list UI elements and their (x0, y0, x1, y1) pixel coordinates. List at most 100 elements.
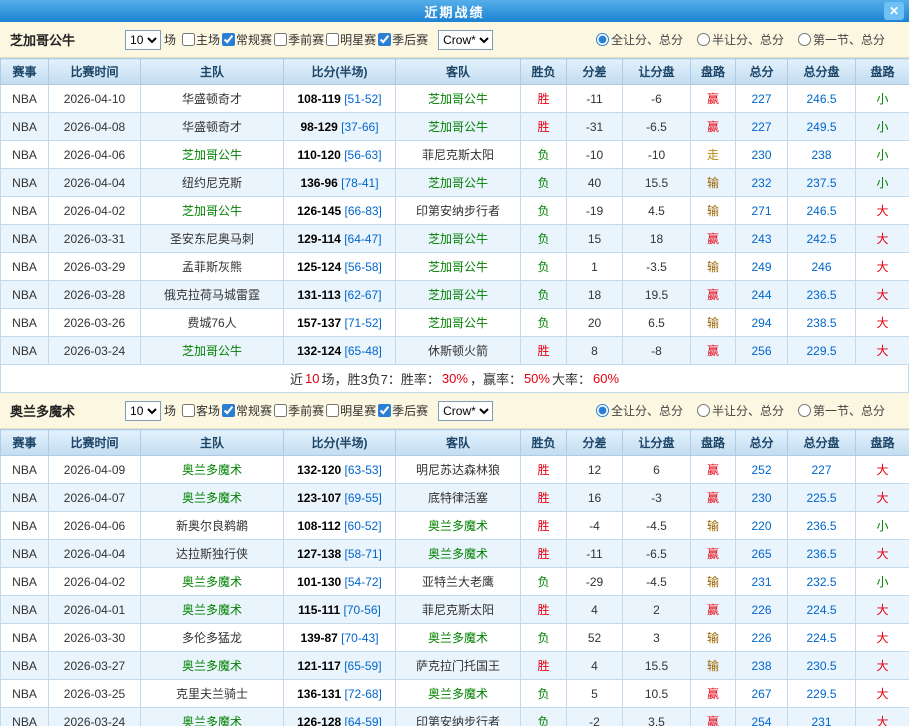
team-name: 芝加哥公牛 (10, 30, 75, 49)
point-diff-cell: -31 (567, 113, 623, 141)
line-type-radio-1[interactable]: 半让分、总分 (697, 31, 784, 48)
preseason-checkbox[interactable] (274, 404, 287, 417)
preseason-checkbox[interactable] (274, 33, 287, 46)
away-team-cell: 菲尼克斯太阳 (396, 596, 521, 624)
line-type-radio-input[interactable] (798, 33, 811, 46)
handicap-result-cell: 输 (691, 624, 736, 652)
bookmaker-select[interactable]: Crow* (438, 30, 493, 50)
playoffs-checkbox[interactable] (378, 33, 391, 46)
date-cell: 2026-04-10 (49, 85, 141, 113)
score-cell: 157-137 [71-52] (284, 309, 396, 337)
filter-label: 季后赛 (392, 402, 428, 419)
home-team-cell: 达拉斯独行侠 (141, 540, 284, 568)
filter-label: 明星赛 (340, 31, 376, 48)
allstar-checkbox[interactable] (326, 33, 339, 46)
handicap-line-cell: -3 (623, 484, 691, 512)
line-type-radio-input[interactable] (596, 33, 609, 46)
handicap-result-cell: 赢 (691, 85, 736, 113)
games-count-label: 场 (164, 402, 176, 419)
result-cell: 胜 (521, 652, 567, 680)
total-points-cell: 227 (736, 113, 788, 141)
line-type-radios: 全让分、总分 半让分、总分第一节、总分 (582, 31, 899, 48)
line-type-radio-input[interactable] (697, 33, 710, 46)
column-header: 让分盘 (623, 430, 691, 456)
filter-preseason[interactable]: 季前赛 (274, 402, 324, 419)
line-type-radio-0[interactable]: 全让分、总分 (596, 31, 683, 48)
point-diff-cell: 5 (567, 680, 623, 708)
total-line-cell: 246.5 (788, 85, 856, 113)
allstar-checkbox[interactable] (326, 404, 339, 417)
close-button[interactable]: ✕ (884, 2, 904, 20)
filter-away[interactable]: 客场 (182, 402, 220, 419)
filter-preseason[interactable]: 季前赛 (274, 31, 324, 48)
filter-allstar[interactable]: 明星赛 (326, 402, 376, 419)
league-cell: NBA (1, 512, 49, 540)
total-line-cell: 229.5 (788, 680, 856, 708)
result-cell: 负 (521, 708, 567, 726)
column-header: 客队 (396, 59, 521, 85)
filter-allstar[interactable]: 明星赛 (326, 31, 376, 48)
regular-checkbox[interactable] (222, 404, 235, 417)
total-line-cell: 236.5 (788, 540, 856, 568)
titlebar: 近期战绩 ✕ (0, 0, 909, 22)
away-checkbox[interactable] (182, 404, 195, 417)
filter-regular[interactable]: 常规赛 (222, 31, 272, 48)
total-points-cell: 249 (736, 253, 788, 281)
half-score: [63-53] (345, 463, 382, 477)
league-cell: NBA (1, 337, 49, 365)
line-type-radio-2[interactable]: 第一节、总分 (798, 31, 885, 48)
line-type-radio-1[interactable]: 半让分、总分 (697, 402, 784, 419)
home-checkbox[interactable] (182, 33, 195, 46)
handicap-result-cell: 赢 (691, 596, 736, 624)
summary-segment: 大率： (552, 369, 591, 388)
games-count-select[interactable]: 10 (125, 30, 161, 50)
column-header: 让分盘 (623, 59, 691, 85)
radio-label: 半让分、总分 (712, 31, 784, 48)
result-cell: 负 (521, 568, 567, 596)
score-cell: 115-111 [70-56] (284, 596, 396, 624)
result-cell: 负 (521, 281, 567, 309)
home-team-cell: 华盛顿奇才 (141, 85, 284, 113)
filter-playoffs[interactable]: 季后赛 (378, 31, 428, 48)
total-line-cell: 242.5 (788, 225, 856, 253)
line-type-radio-input[interactable] (697, 404, 710, 417)
regular-checkbox[interactable] (222, 33, 235, 46)
handicap-result-cell: 赢 (691, 281, 736, 309)
games-count-select[interactable]: 10 (125, 401, 161, 421)
home-team-cell: 华盛顿奇才 (141, 113, 284, 141)
point-diff-cell: 40 (567, 169, 623, 197)
half-score: [72-68] (345, 687, 382, 701)
home-team-cell: 奥兰多魔术 (141, 484, 284, 512)
over-under-cell: 小 (856, 141, 909, 169)
column-header: 分差 (567, 430, 623, 456)
filter-checkboxes: 客场常规赛季前赛明星赛季后赛 (182, 402, 430, 419)
total-line-cell: 227 (788, 456, 856, 484)
bookmaker-select[interactable]: Crow* (438, 401, 493, 421)
league-cell: NBA (1, 169, 49, 197)
line-type-radio-0[interactable]: 全让分、总分 (596, 402, 683, 419)
line-type-radio-input[interactable] (596, 404, 609, 417)
filter-regular[interactable]: 常规赛 (222, 402, 272, 419)
score-cell: 123-107 [69-55] (284, 484, 396, 512)
line-type-radio-2[interactable]: 第一节、总分 (798, 402, 885, 419)
handicap-line-cell: 6 (623, 456, 691, 484)
team-section-bulls: 芝加哥公牛 10 场 主场常规赛季前赛明星赛季后赛 Crow* 全让分、总分半让… (0, 22, 909, 393)
score-cell: 136-96 [78-41] (284, 169, 396, 197)
filter-home[interactable]: 主场 (182, 31, 220, 48)
total-line-cell: 249.5 (788, 113, 856, 141)
column-header: 赛事 (1, 59, 49, 85)
home-team-cell: 费城76人 (141, 309, 284, 337)
total-points-cell: 230 (736, 141, 788, 169)
playoffs-checkbox[interactable] (378, 404, 391, 417)
line-type-radio-input[interactable] (798, 404, 811, 417)
total-line-cell: 236.5 (788, 281, 856, 309)
league-cell: NBA (1, 540, 49, 568)
point-diff-cell: -11 (567, 540, 623, 568)
home-team-cell: 芝加哥公牛 (141, 337, 284, 365)
filter-playoffs[interactable]: 季后赛 (378, 402, 428, 419)
column-header: 总分 (736, 430, 788, 456)
total-line-cell: 246.5 (788, 197, 856, 225)
over-under-cell: 大 (856, 624, 909, 652)
result-cell: 负 (521, 680, 567, 708)
total-line-cell: 246 (788, 253, 856, 281)
